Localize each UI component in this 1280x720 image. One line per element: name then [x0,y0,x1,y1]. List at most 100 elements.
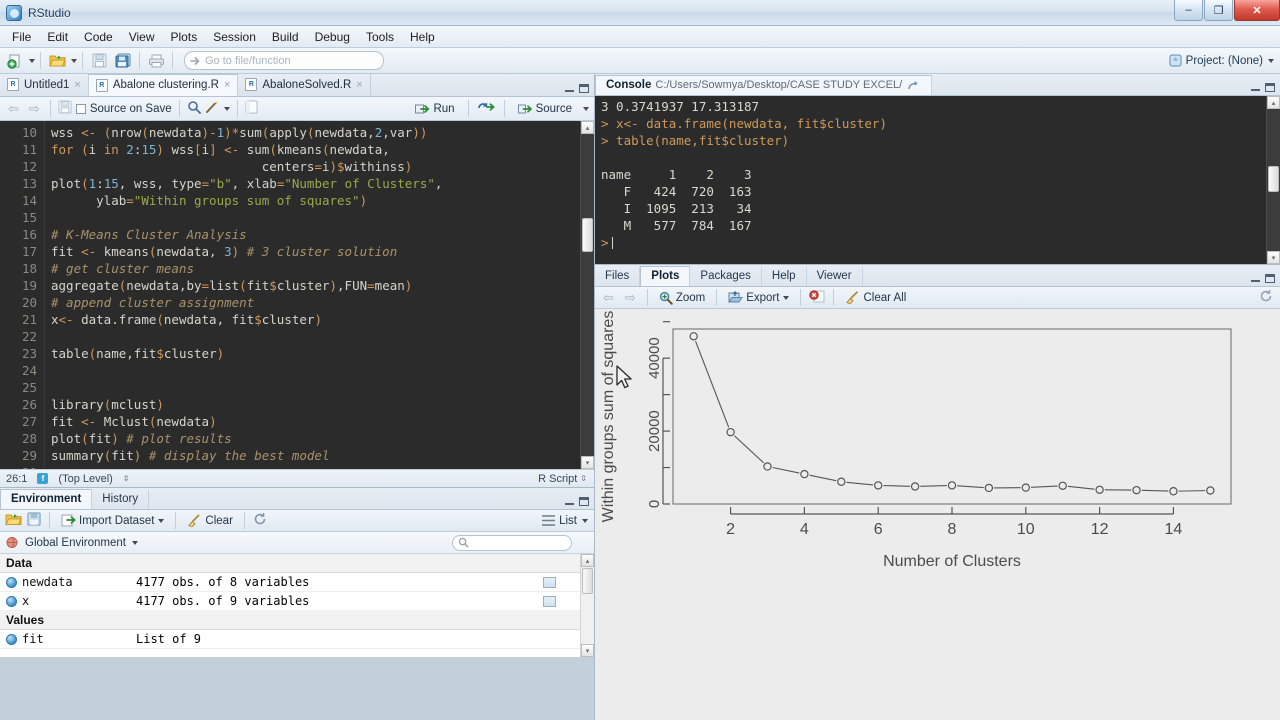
environment-row-x[interactable]: x 4177 obs. of 9 variables [0,592,580,611]
project-selector[interactable]: Project: (None) [1169,54,1274,67]
print-icon[interactable] [145,51,167,71]
view-table-icon[interactable] [543,576,556,588]
scrollbar-thumb[interactable] [1268,166,1279,192]
back-arrow-icon[interactable]: ⇦ [600,290,617,306]
save-icon[interactable] [88,51,110,71]
open-folder-icon[interactable] [5,512,22,529]
tab-environment[interactable]: Environment [0,489,93,509]
menu-file[interactable]: File [4,28,39,46]
compile-report-icon[interactable] [245,100,258,117]
save-icon[interactable] [58,100,72,117]
tab-viewer[interactable]: Viewer [807,267,863,286]
menu-help[interactable]: Help [402,28,443,46]
source-on-save-checkbox[interactable] [75,103,86,114]
code-line[interactable]: # append cluster assignment [51,294,580,311]
code-line[interactable]: plot(1:15, wss, type="b", xlab="Number o… [51,175,580,192]
code-line[interactable]: x<- data.frame(newdata, fit$cluster) [51,311,580,328]
new-file-dropdown-icon[interactable] [29,58,35,63]
open-folder-icon[interactable] [46,51,68,71]
tab-history[interactable]: History [92,490,150,509]
editor-tab-untitled1[interactable]: R Untitled1 × [0,74,89,96]
scroll-up-button[interactable]: ▴ [581,121,594,134]
tab-files[interactable]: Files [595,267,641,286]
close-button[interactable]: ✕ [1234,0,1280,21]
code-line[interactable]: table(name,fit$cluster) [51,345,580,362]
chevron-down-icon[interactable] [158,518,165,523]
view-table-icon[interactable] [543,595,556,607]
tab-help[interactable]: Help [762,267,807,286]
code-line[interactable]: # K-Means Cluster Analysis [51,226,580,243]
environment-scrollbar[interactable]: ▴ ▾ [580,554,594,657]
menu-view[interactable]: View [121,28,163,46]
clear-button[interactable]: Clear [184,513,235,528]
tab-packages[interactable]: Packages [690,267,762,286]
environment-search-input[interactable] [452,534,572,551]
scope-label[interactable]: (Top Level) [58,473,112,485]
editor-tab-abalone-clustering[interactable]: R Abalone clustering.R × [88,74,239,96]
code-line[interactable] [51,328,580,345]
code-line[interactable]: # get cluster means [51,260,580,277]
code-line[interactable]: summary(fit) # display the best model [51,447,580,464]
minimize-panel-icon[interactable] [565,86,574,92]
code-line[interactable]: fit <- Mclust(newdata) [51,413,580,430]
environment-row-newdata[interactable]: newdata 4177 obs. of 8 variables [0,573,580,592]
code-content[interactable]: wss <- (nrow(newdata)-1)*sum(apply(newda… [45,121,580,469]
file-type-chevron-icon[interactable]: ⇳ [580,474,587,482]
chevron-down-icon[interactable] [1268,58,1274,63]
open-file-dropdown-icon[interactable] [71,58,77,63]
code-tools-icon[interactable] [205,100,219,117]
chevron-down-icon[interactable] [132,540,138,545]
source-button[interactable]: Source [514,102,576,116]
code-line[interactable]: fit <- kmeans(newdata, 3) # 3 cluster so… [51,243,580,260]
new-file-icon[interactable] [4,51,26,71]
code-line[interactable]: library(mclust) [51,396,580,413]
menu-build[interactable]: Build [264,28,307,46]
goto-file-function-input[interactable]: Go to file/function [184,51,384,70]
close-icon[interactable]: × [224,79,230,91]
code-line[interactable]: ylab="Within groups sum of squares") [51,192,580,209]
editor-scrollbar[interactable]: ▴ ▾ [580,121,594,469]
scroll-up-button[interactable]: ▴ [1267,96,1280,109]
maximize-panel-icon[interactable] [1265,274,1275,283]
scope-chevron-icon[interactable]: ⇳ [123,474,130,482]
menu-tools[interactable]: Tools [358,28,402,46]
clear-all-button[interactable]: Clear All [842,290,909,305]
environment-variable-list[interactable]: Data newdata 4177 obs. of 8 variables x … [0,554,594,657]
run-button[interactable]: Run [411,102,458,116]
chevron-down-icon[interactable] [223,106,230,111]
code-line[interactable] [51,362,580,379]
remove-plot-icon[interactable] [809,289,825,306]
export-button[interactable]: Export [725,290,792,305]
chevron-down-icon[interactable] [783,295,790,300]
rerun-icon[interactable] [477,101,495,116]
close-icon[interactable]: × [356,79,362,91]
scroll-down-button[interactable]: ▾ [1267,251,1280,264]
tab-console[interactable]: Console C:/Users/Sowmya/Desktop/CASE STU… [595,75,933,95]
scroll-down-button[interactable]: ▾ [581,644,594,657]
environment-scope-label[interactable]: Global Environment [25,537,126,549]
search-icon[interactable] [187,100,201,117]
maximize-button[interactable]: ❐ [1204,0,1233,21]
forward-arrow-icon[interactable]: ⇨ [622,290,639,306]
chevron-down-icon[interactable] [583,106,589,111]
code-line[interactable] [51,209,580,226]
plot-canvas[interactable]: 0 20000 40000 2 4 6 8 10 12 14 Number of Clusters W… [595,309,1280,720]
save-icon[interactable] [27,512,41,529]
close-icon[interactable]: × [74,79,80,91]
console-prompt[interactable]: > [601,234,1266,251]
code-line[interactable]: plot(fit) # plot results [51,430,580,447]
minimize-panel-icon[interactable] [1251,276,1260,282]
refresh-icon[interactable] [253,512,267,529]
menu-debug[interactable]: Debug [307,28,358,46]
scrollbar-thumb[interactable] [582,218,593,252]
console-body[interactable]: 3 0.3741937 17.313187 > x<- data.frame(ne… [595,96,1280,264]
environment-view-selector[interactable]: List [542,515,588,527]
maximize-panel-icon[interactable] [579,497,589,506]
code-line[interactable]: centers=i)$withinss) [51,158,580,175]
menu-edit[interactable]: Edit [39,28,76,46]
environment-row-fit[interactable]: fit List of 9 [0,630,580,649]
maximize-panel-icon[interactable] [1265,83,1275,92]
back-arrow-icon[interactable]: ⇦ [5,101,22,117]
maximize-panel-icon[interactable] [579,84,589,93]
scroll-up-button[interactable]: ▴ [581,554,594,567]
